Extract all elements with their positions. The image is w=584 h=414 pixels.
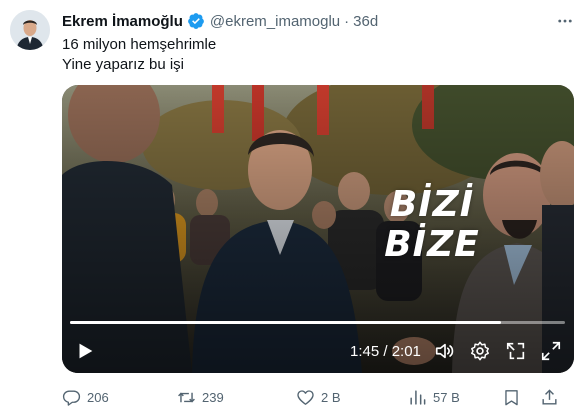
tweet-timestamp[interactable]: 36d [353,13,378,30]
bookmark-icon [505,389,518,405]
video-controls: 1:45 / 2:01 [62,336,574,366]
fullscreen-icon[interactable] [540,340,562,362]
reply-count: 206 [87,389,109,405]
repost-icon [178,392,195,402]
tweet-text-line: Yine yaparız bu işi [62,56,185,73]
video-progress-bar[interactable] [70,321,565,324]
volume-icon[interactable] [434,340,456,362]
settings-icon[interactable] [469,340,491,362]
tweet-text: 16 milyon hemşehrimle Yine yaparız bu iş… [62,35,216,75]
verified-badge-icon [187,13,204,29]
repost-count: 239 [202,389,224,405]
more-options-icon[interactable] [556,12,574,30]
views-button[interactable]: 57 B [408,386,460,408]
tweet-text-line: 16 milyon hemşehrimle [62,36,217,53]
repost-button[interactable]: 239 [177,386,224,408]
author-name[interactable]: Ekrem İmamoğlu [62,13,183,30]
author-handle[interactable]: @ekrem_imamoglu [210,13,340,30]
video-player[interactable]: BİZİ BİZE [62,85,574,373]
bookmark-button[interactable] [502,386,527,408]
video-time-readout: 1:45 / 2:01 [350,343,421,360]
overlay-line: BİZE [384,224,480,265]
reply-icon [62,389,81,406]
separator-dot: · [344,12,350,30]
tweet[interactable]: Ekrem İmamoğlu @ekrem_imamoglu · 36d 16 … [0,0,584,414]
overlay-line: BİZİ [389,184,475,225]
share-icon [542,388,557,405]
video-frame [62,85,574,373]
reply-button[interactable]: 206 [62,386,109,408]
tweet-header: Ekrem İmamoğlu @ekrem_imamoglu · 36d [62,10,378,32]
like-button[interactable]: 2 B [296,386,341,408]
share-button[interactable] [540,386,565,408]
like-count: 2 B [321,389,341,405]
video-progress-fill [70,321,501,324]
views-count: 57 B [433,389,460,405]
pip-icon[interactable] [505,340,527,362]
play-icon[interactable] [74,340,96,362]
tweet-actions: 206 239 2 B 57 B [62,386,567,408]
avatar[interactable] [10,10,50,50]
analytics-icon [410,389,426,405]
video-overlay-caption: BİZİ BİZE [372,185,492,265]
heart-icon [297,389,314,405]
